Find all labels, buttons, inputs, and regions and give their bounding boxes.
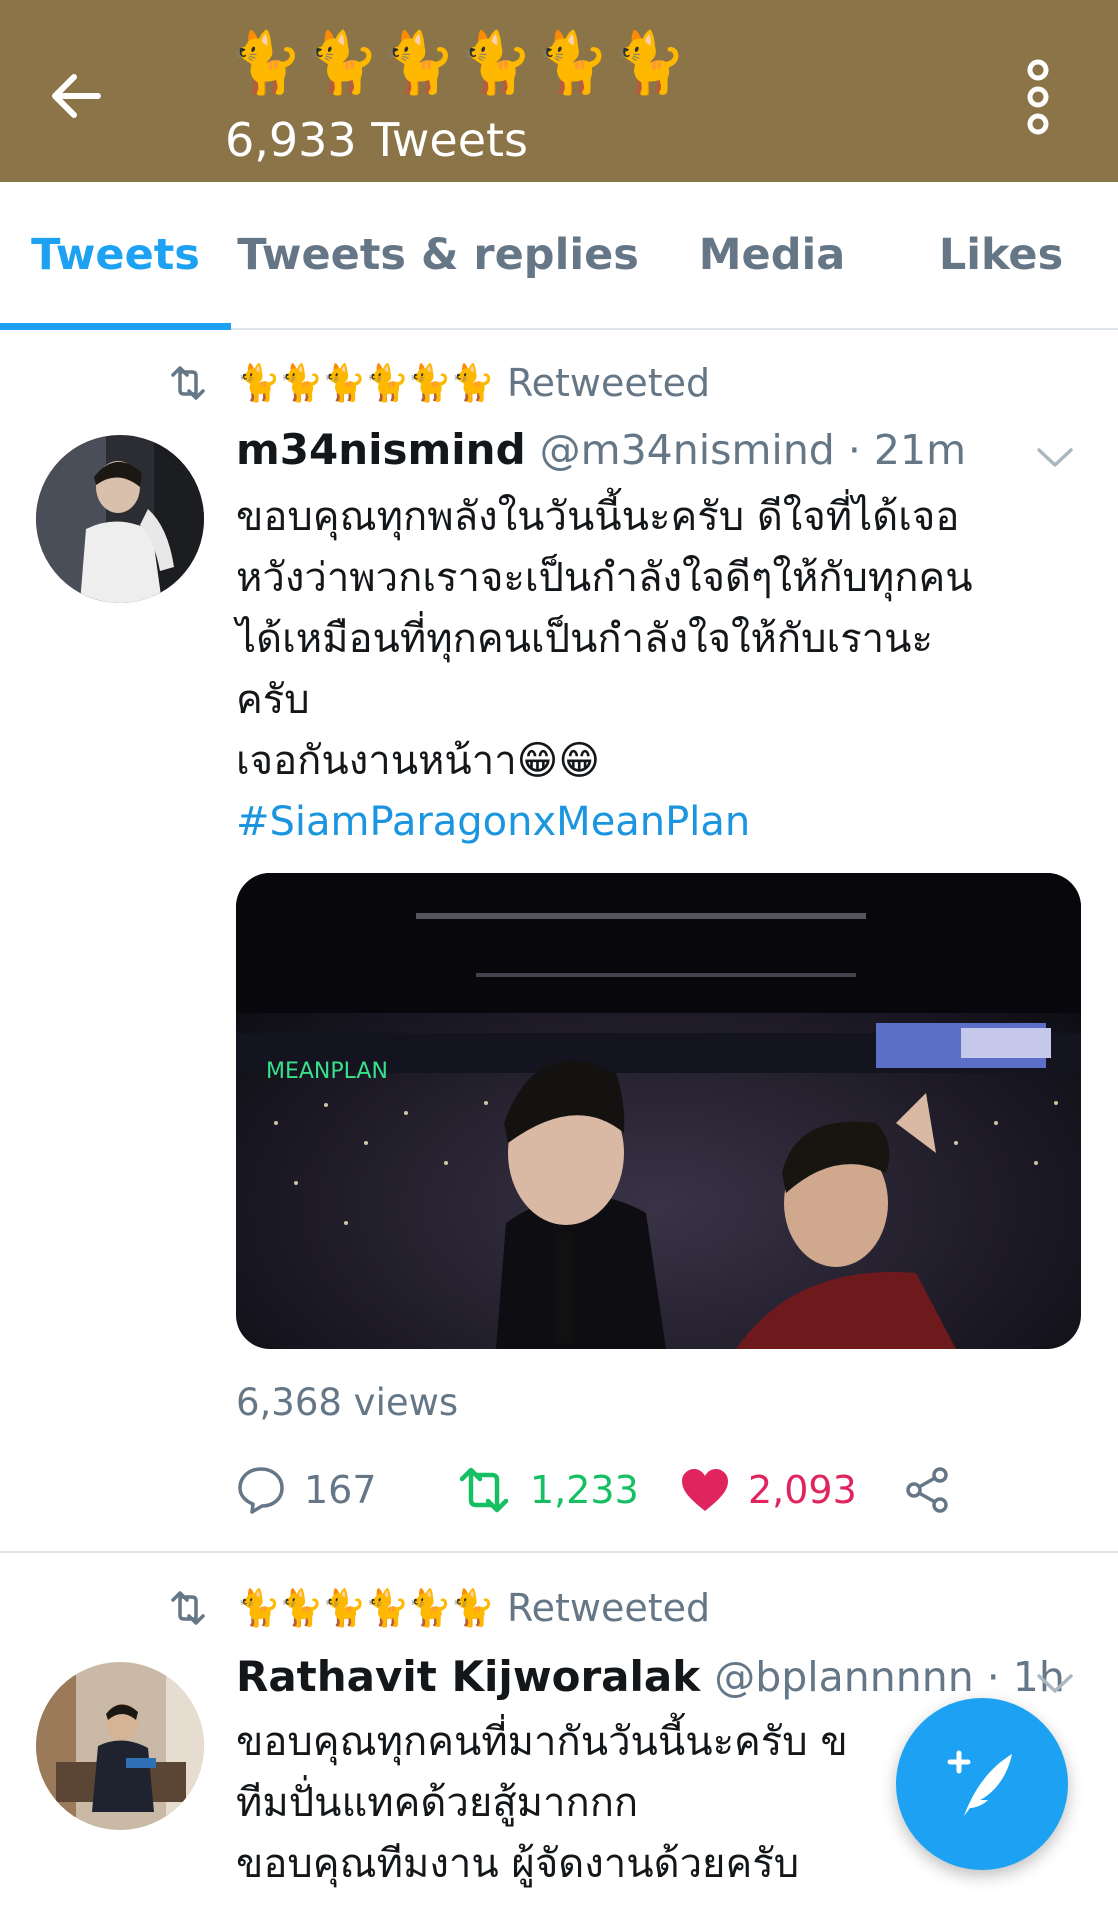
retweet-context: 🐈🐈🐈🐈🐈🐈 Retweeted	[160, 355, 710, 411]
share-icon	[906, 1467, 948, 1513]
author-name[interactable]: Rathavit Kijworalak	[236, 1652, 700, 1701]
author-name[interactable]: m34nismind	[236, 425, 526, 474]
svg-text:MEANPLAN: MEANPLAN	[266, 1059, 388, 1084]
profile-name: 🐈🐈🐈🐈🐈🐈	[228, 28, 689, 98]
retweet-small-icon	[160, 1583, 216, 1633]
back-button[interactable]	[38, 58, 114, 134]
retweet-count: 1,233	[530, 1468, 639, 1512]
avatar[interactable]	[36, 1662, 204, 1830]
compose-tweet-button[interactable]	[896, 1698, 1068, 1870]
tab-likes[interactable]: Likes	[916, 182, 1086, 328]
share-button[interactable]	[902, 1460, 952, 1520]
profile-header: 🐈🐈🐈🐈🐈🐈 6,933 Tweets	[0, 0, 1118, 182]
retweet-button[interactable]: 1,233	[456, 1460, 639, 1520]
tweet-media-image[interactable]: MEANPLAN	[236, 873, 1081, 1349]
tweet-actions: 167 1,233 2,093	[236, 1460, 996, 1520]
views-count: 6,368 views	[236, 1381, 459, 1424]
avatar[interactable]	[36, 435, 204, 603]
tweet-text-line: ครับ	[236, 677, 310, 723]
tab-tweets-and-replies[interactable]: Tweets & replies	[237, 182, 639, 328]
heart-icon	[682, 1469, 728, 1511]
retweet-small-icon	[160, 358, 216, 408]
tweet-author: m34nismind @m34nismind · 21m	[236, 425, 966, 485]
tweet-text: ขอบคุณทุกพลังในวันนี้นะครับ ดีใจที่ได้เจ…	[236, 487, 1096, 853]
tweet-text-line: ขอบคุณทุกพลังในวันนี้นะครับ ดีใจที่ได้เจ…	[236, 494, 960, 540]
hashtag-link[interactable]: #SiamParagonxMeanPlan	[236, 792, 1096, 853]
arrow-left-icon	[52, 74, 101, 118]
retweeted-label: Retweeted	[506, 1586, 711, 1630]
reply-button[interactable]: 167	[236, 1460, 377, 1520]
retweet-context: 🐈🐈🐈🐈🐈🐈 Retweeted	[160, 1580, 710, 1636]
tweet-divider	[0, 1551, 1118, 1553]
tab-tweets[interactable]: Tweets	[0, 182, 231, 328]
retweeter-name[interactable]: 🐈🐈🐈🐈🐈🐈	[236, 1587, 495, 1629]
tweet-count: 6,933 Tweets	[225, 113, 529, 167]
reply-icon	[238, 1467, 284, 1514]
author-handle-time: @m34nismind · 21m	[539, 426, 967, 474]
author-handle-time: @bplannnnn · 1h	[714, 1653, 1065, 1701]
chevron-down-icon	[1037, 448, 1073, 467]
tab-media[interactable]: Media	[680, 182, 864, 328]
like-count: 2,093	[748, 1468, 857, 1512]
tweet-author: Rathavit Kijworalak @bplannnnn · 1h	[236, 1652, 1065, 1712]
tweet-menu-button[interactable]	[1030, 1664, 1080, 1704]
chevron-down-icon	[1037, 1674, 1073, 1693]
more-options-button[interactable]	[1010, 52, 1066, 142]
tweet-menu-button[interactable]	[1030, 438, 1080, 478]
tweet-text-line: หวังว่าพวกเราจะเป็นกำลังใจดีๆให้กับทุกคน	[236, 555, 973, 601]
more-vertical-icon	[1027, 59, 1049, 135]
active-tab-indicator	[0, 323, 231, 330]
tweet-text-line: ได้เหมือนที่ทุกคนเป็นกำลังใจให้กับเรานะ	[236, 616, 933, 662]
profile-tabs: Tweets Tweets & replies Media Likes	[0, 182, 1118, 330]
like-button[interactable]: 2,093	[680, 1460, 857, 1520]
reply-count: 167	[304, 1468, 377, 1512]
retweeted-label: Retweeted	[506, 361, 711, 405]
tweet-text-line: เจอกันงานหน้าา😁😁	[236, 738, 601, 784]
retweet-icon	[459, 1467, 509, 1513]
retweeter-name[interactable]: 🐈🐈🐈🐈🐈🐈	[236, 362, 495, 404]
compose-tweet-icon	[947, 1750, 1012, 1816]
